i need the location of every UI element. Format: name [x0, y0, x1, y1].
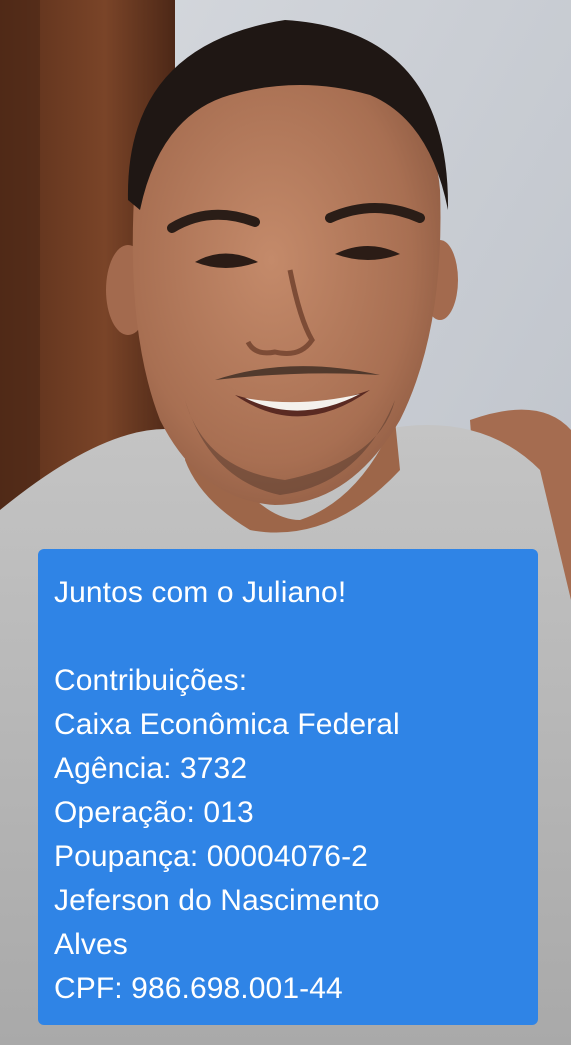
caption-line-5: Poupança: 00004076-2: [54, 840, 368, 873]
caption-line-1: Contribuições:: [54, 664, 248, 697]
caption-title: Juntos com o Juliano!: [54, 576, 347, 609]
caption-line-8: CPF: 986.698.001-44: [54, 972, 343, 1005]
caption-line-3: Agência: 3732: [54, 752, 248, 785]
caption-line-7: Alves: [54, 928, 128, 961]
caption-line-2: Caixa Econômica Federal: [54, 708, 400, 741]
caption-line-6: Jeferson do Nascimento: [54, 884, 380, 917]
caption-line-4: Operação: 013: [54, 796, 254, 829]
donation-caption-box: Juntos com o Juliano! Contribuições: Cai…: [38, 549, 538, 1025]
door-frame: [0, 0, 40, 520]
